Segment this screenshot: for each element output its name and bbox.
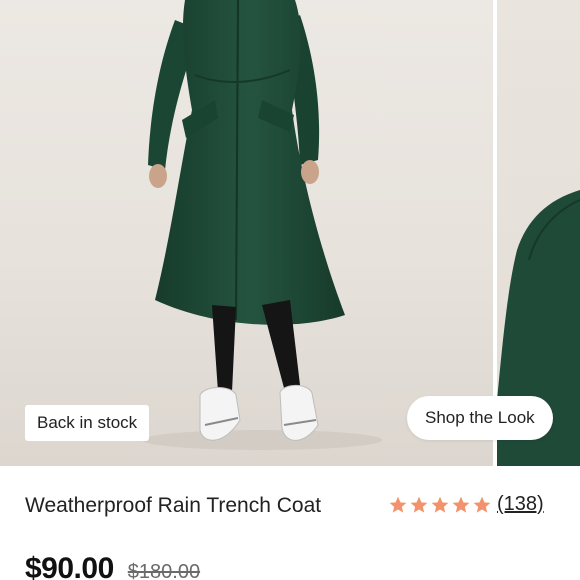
star-icon — [410, 496, 428, 513]
sale-price: $90.00 — [25, 552, 114, 580]
back-in-stock-badge: Back in stock — [25, 405, 150, 441]
product-rating[interactable]: (138) — [388, 493, 544, 516]
original-price: $180.00 — [127, 561, 201, 580]
review-count-link[interactable]: (138) — [497, 493, 544, 516]
product-title: Weatherproof Rain Trench Coat — [25, 494, 322, 517]
star-icon — [452, 496, 470, 513]
star-icon — [431, 496, 449, 513]
product-image-main[interactable]: Back in stock — [0, 0, 493, 466]
star-icon — [389, 496, 407, 513]
star-icon — [473, 496, 491, 513]
product-image-gallery[interactable]: Back in stock Shop the Look — [0, 0, 580, 466]
shop-the-look-button[interactable]: Shop the Look — [407, 396, 553, 440]
price-row: $90.00 $180.00 — [25, 552, 200, 580]
model-coat-illustration — [142, 0, 382, 450]
